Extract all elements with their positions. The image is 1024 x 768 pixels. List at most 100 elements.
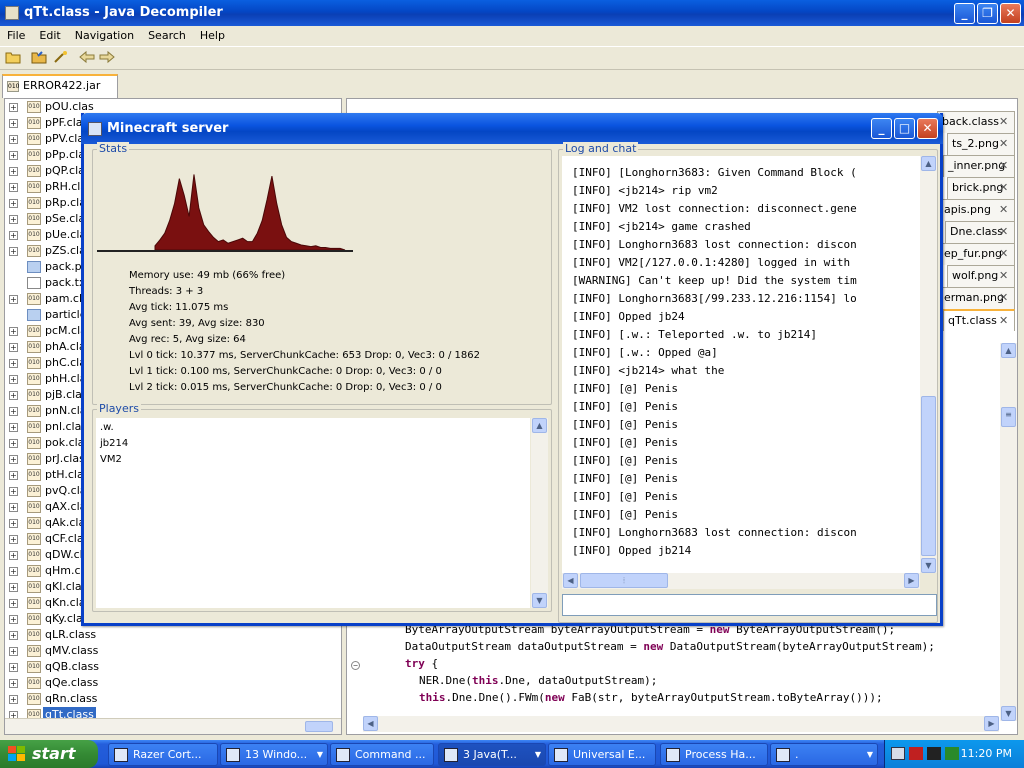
scroll-down-icon[interactable]: ▼: [1001, 706, 1016, 721]
tree-item[interactable]: +010 qQB.class: [5, 659, 325, 675]
expand-icon[interactable]: +: [9, 167, 18, 176]
chat-input[interactable]: [562, 594, 937, 616]
players-scrollbar[interactable]: ▲ ▼: [531, 418, 548, 608]
expand-icon[interactable]: +: [9, 423, 18, 432]
expand-icon[interactable]: +: [9, 455, 18, 464]
scroll-up-icon[interactable]: ▲: [532, 418, 547, 433]
taskbar-button[interactable]: Process Ha...: [660, 743, 768, 766]
taskbar-button[interactable]: Razer Cort...: [108, 743, 218, 766]
expand-icon[interactable]: +: [9, 503, 18, 512]
expand-icon[interactable]: +: [9, 567, 18, 576]
tree-item[interactable]: +010 qRn.class: [5, 691, 325, 707]
expand-icon[interactable]: +: [9, 487, 18, 496]
scroll-up-icon[interactable]: ▲: [921, 156, 936, 171]
expand-icon[interactable]: +: [9, 535, 18, 544]
open-folder-icon[interactable]: [4, 50, 22, 66]
file-tab-error422[interactable]: 010 ERROR422.jar: [2, 74, 118, 98]
expand-icon[interactable]: +: [9, 215, 18, 224]
taskbar-button[interactable]: Command ...: [330, 743, 434, 766]
tab-close-icon[interactable]: ✕: [999, 315, 1011, 327]
scroll-right-icon[interactable]: ▶: [904, 573, 919, 588]
code-tab[interactable]: _inner.png ✕: [943, 155, 1015, 177]
tab-close-icon[interactable]: ✕: [999, 226, 1011, 238]
window-title-bar[interactable]: qTt.class - Java Decompiler _ ❐ ✕: [0, 0, 1024, 26]
expand-icon[interactable]: +: [9, 295, 18, 304]
expand-icon[interactable]: +: [9, 615, 18, 624]
code-horizontal-scrollbar[interactable]: ◀ ▶: [363, 716, 999, 732]
expand-icon[interactable]: +: [9, 327, 18, 336]
expand-icon[interactable]: +: [9, 135, 18, 144]
forward-arrow-icon[interactable]: [98, 50, 116, 66]
code-tab[interactable]: ts_2.png ✕: [947, 133, 1015, 155]
tree-item[interactable]: +010 qMV.class: [5, 643, 325, 659]
log-vertical-scrollbar[interactable]: ▲ ▼: [920, 156, 937, 573]
log-hscroll-thumb[interactable]: ⦙: [580, 573, 668, 588]
expand-icon[interactable]: +: [9, 375, 18, 384]
menu-edit[interactable]: Edit: [32, 26, 67, 46]
expand-icon[interactable]: +: [9, 471, 18, 480]
players-list[interactable]: .w. jb214 VM2: [96, 418, 530, 608]
expand-icon[interactable]: +: [9, 343, 18, 352]
tab-close-icon[interactable]: ✕: [999, 204, 1011, 216]
taskbar-button[interactable]: 13 Windo... ▼: [220, 743, 328, 766]
code-tab[interactable]: Dne.class ✕: [945, 221, 1015, 243]
expand-icon[interactable]: +: [9, 519, 18, 528]
open-file-icon[interactable]: [30, 50, 48, 66]
code-vertical-scrollbar[interactable]: ▲ ≡ ▼: [1000, 343, 1017, 721]
code-tab[interactable]: qTt.class ✕: [943, 309, 1015, 331]
expand-icon[interactable]: +: [9, 695, 18, 704]
mc-title-bar[interactable]: Minecraft server _ □ ✕: [81, 113, 943, 144]
tab-close-icon[interactable]: ✕: [999, 138, 1011, 150]
code-tab[interactable]: apis.png ✕: [939, 199, 1015, 221]
taskbar-button[interactable]: 3 Java(T... ▼: [438, 743, 546, 766]
expand-icon[interactable]: +: [9, 199, 18, 208]
expand-icon[interactable]: +: [9, 583, 18, 592]
chat-input-field[interactable]: [563, 595, 936, 615]
player-entry[interactable]: .w.: [100, 422, 114, 433]
mc-minimize-button[interactable]: _: [871, 118, 892, 139]
tree-item[interactable]: +010 qLR.class: [5, 627, 325, 643]
menu-help[interactable]: Help: [193, 26, 232, 46]
network-icon[interactable]: [945, 747, 959, 760]
menu-file[interactable]: File: [0, 26, 32, 46]
scroll-up-icon[interactable]: ▲: [1001, 343, 1016, 358]
expand-icon[interactable]: +: [9, 679, 18, 688]
code-tab[interactable]: ep_fur.png ✕: [939, 243, 1015, 265]
taskbar-button[interactable]: . ▼: [770, 743, 878, 766]
keyboard-icon[interactable]: [891, 747, 905, 760]
code-tab[interactable]: back.class ✕: [937, 111, 1015, 133]
log-horizontal-scrollbar[interactable]: ◀ ⦙ ▶: [562, 573, 920, 589]
tab-close-icon[interactable]: ✕: [999, 182, 1011, 194]
player-entry[interactable]: jb214: [100, 438, 128, 449]
scroll-thumb[interactable]: [305, 721, 333, 732]
mc-close-button[interactable]: ✕: [917, 118, 938, 139]
tab-close-icon[interactable]: ✕: [999, 248, 1011, 260]
mc-maximize-button[interactable]: □: [894, 118, 915, 139]
log-scroll-thumb[interactable]: [921, 396, 936, 556]
code-tab[interactable]: wolf.png ✕: [947, 265, 1015, 287]
maximize-button[interactable]: ❐: [977, 3, 998, 24]
tab-close-icon[interactable]: ✕: [999, 270, 1011, 282]
expand-icon[interactable]: +: [9, 407, 18, 416]
scroll-down-icon[interactable]: ▼: [532, 593, 547, 608]
fold-icon[interactable]: −: [351, 661, 360, 670]
magic-wand-icon[interactable]: [52, 50, 70, 66]
expand-icon[interactable]: +: [9, 551, 18, 560]
scroll-right-icon[interactable]: ▶: [984, 716, 999, 731]
tab-close-icon[interactable]: ✕: [999, 160, 1011, 172]
log-textarea[interactable]: [INFO] [Longhorn3683: Given Command Bloc…: [562, 156, 920, 573]
tab-close-icon[interactable]: ✕: [999, 116, 1011, 128]
expand-icon[interactable]: +: [9, 391, 18, 400]
close-button[interactable]: ✕: [1000, 3, 1021, 24]
expand-icon[interactable]: +: [9, 231, 18, 240]
scroll-down-icon[interactable]: ▼: [921, 558, 936, 573]
scroll-left-icon[interactable]: ◀: [563, 573, 578, 588]
back-arrow-icon[interactable]: [78, 50, 96, 66]
start-button[interactable]: start: [0, 740, 98, 768]
taskbar-button[interactable]: Universal E...: [548, 743, 656, 766]
monitor-red-icon[interactable]: [909, 747, 923, 760]
expand-icon[interactable]: +: [9, 647, 18, 656]
expand-icon[interactable]: +: [9, 103, 18, 112]
menu-navigation[interactable]: Navigation: [68, 26, 141, 46]
expand-icon[interactable]: +: [9, 183, 18, 192]
